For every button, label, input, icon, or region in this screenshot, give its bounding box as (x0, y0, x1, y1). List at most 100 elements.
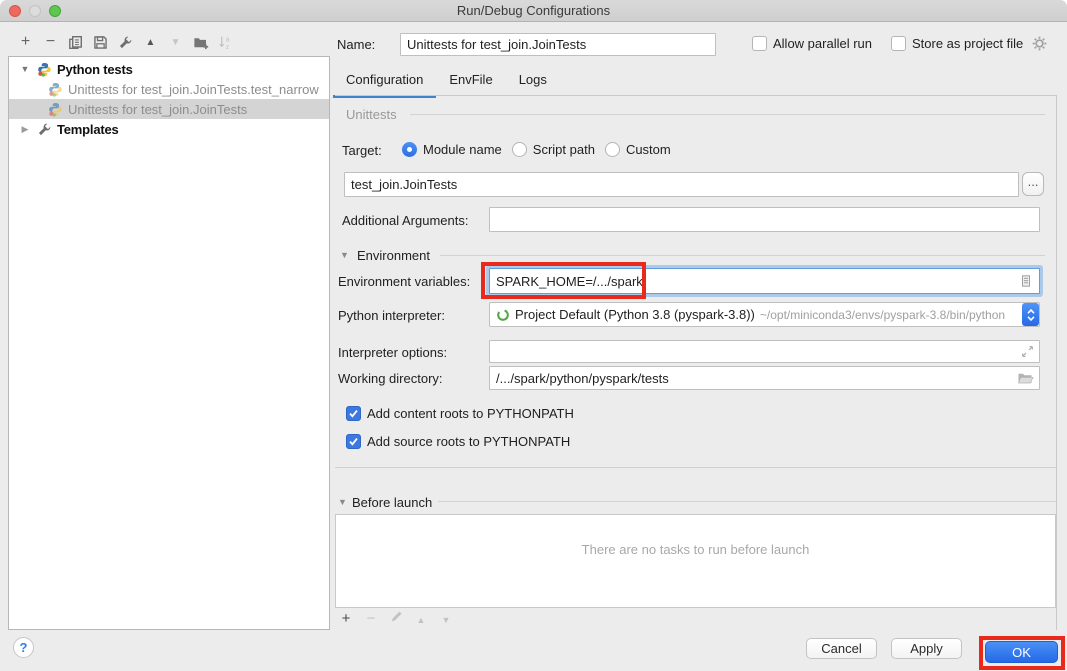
config-panel-bottom-line (335, 467, 1056, 468)
tree-item-python-tests[interactable]: ▼ Python tests (9, 59, 329, 79)
target-option-custom[interactable]: Custom (605, 142, 671, 157)
environment-variables-label: Environment variables: (338, 274, 470, 289)
expand-field-icon[interactable] (1021, 345, 1034, 358)
save-configuration-icon[interactable] (88, 31, 113, 53)
target-option-module-name[interactable]: Module name (402, 142, 502, 157)
tree-item-unittests-test-narrow[interactable]: Unittests for test_join.JoinTests.test_n… (9, 79, 329, 99)
tree-item-label: Unittests for test_join.JoinTests.test_n… (68, 82, 319, 97)
python-interpreter-path: ~/opt/miniconda3/envs/pyspark-3.8/bin/py… (760, 308, 1005, 322)
configurations-tree: ▼ Python tests Unittests for test_join.J… (8, 56, 330, 630)
svg-text:a: a (226, 36, 230, 43)
edit-templates-icon[interactable] (113, 31, 138, 53)
python-test-config-icon (48, 102, 63, 117)
browse-button[interactable]: ... (1022, 172, 1044, 196)
interpreter-options-label: Interpreter options: (338, 345, 447, 360)
python-interpreter-select[interactable]: Project Default (Python 3.8 (pyspark-3.8… (489, 302, 1040, 327)
move-task-up-icon: ▲ (413, 610, 429, 627)
radio-unselected[interactable] (512, 142, 527, 157)
sort-configurations-icon: az (213, 31, 238, 53)
collapse-arrow-icon[interactable]: ▼ (19, 64, 31, 74)
tree-item-label: Unittests for test_join.JoinTests (68, 102, 247, 117)
additional-arguments-input[interactable] (489, 207, 1040, 232)
python-interpreter-label: Python interpreter: (338, 308, 445, 323)
allow-parallel-run-checkbox[interactable]: Allow parallel run (752, 36, 872, 51)
collapse-arrow-icon[interactable]: ▼ (338, 497, 347, 507)
interpreter-options-input[interactable] (489, 340, 1040, 363)
remove-task-button: − (363, 610, 379, 627)
environment-section-line (440, 255, 1045, 256)
python-tests-icon (37, 62, 52, 77)
config-tabs: Configuration EnvFile Logs (333, 66, 560, 98)
before-launch-section-header[interactable]: Before launch (352, 495, 432, 510)
store-as-project-file-checkbox[interactable]: Store as project file (891, 36, 1047, 51)
move-up-icon[interactable]: ▲ (138, 31, 163, 53)
name-input[interactable] (400, 33, 716, 56)
target-label: Target: (342, 143, 382, 158)
window-title: Run/Debug Configurations (0, 3, 1067, 18)
target-option-label: Module name (423, 142, 502, 157)
add-task-button[interactable]: + (338, 610, 354, 627)
working-directory-input[interactable] (489, 366, 1040, 390)
unittests-group-line (410, 114, 1045, 115)
templates-wrench-icon (37, 122, 52, 137)
target-value-input[interactable] (344, 172, 1019, 197)
allow-parallel-run-label: Allow parallel run (773, 36, 872, 51)
tree-item-templates[interactable]: ▶ Templates (9, 119, 329, 139)
annotation-ok-button (979, 636, 1065, 670)
move-down-icon: ▼ (163, 31, 188, 53)
target-option-label: Custom (626, 142, 671, 157)
radio-unselected[interactable] (605, 142, 620, 157)
checkbox-checked[interactable] (346, 406, 361, 421)
remove-configuration-button[interactable]: − (38, 31, 63, 53)
gear-icon[interactable] (1032, 36, 1047, 51)
move-task-down-icon: ▼ (438, 610, 454, 627)
apply-button[interactable]: Apply (891, 638, 962, 659)
before-launch-toolbar: + − ▲ ▼ (338, 608, 454, 628)
python-interpreter-value: Project Default (Python 3.8 (pyspark-3.8… (515, 307, 755, 322)
select-spinner-icon[interactable] (1022, 303, 1039, 326)
title-bar: Run/Debug Configurations (0, 0, 1067, 22)
add-content-roots-checkbox[interactable]: Add content roots to PYTHONPATH (346, 406, 574, 421)
checkbox-unchecked[interactable] (752, 36, 767, 51)
svg-text:z: z (226, 43, 230, 49)
folder-icon[interactable] (1017, 371, 1034, 385)
tab-configuration[interactable]: Configuration (333, 66, 436, 98)
collapse-arrow-icon[interactable]: ▼ (340, 250, 349, 260)
panel-scrollbar-track[interactable] (1056, 95, 1057, 630)
additional-arguments-label: Additional Arguments: (342, 213, 468, 228)
new-folder-icon[interactable] (188, 31, 213, 53)
checkbox-checked[interactable] (346, 434, 361, 449)
add-content-roots-label: Add content roots to PYTHONPATH (367, 406, 574, 421)
annotation-environment-variables (481, 262, 646, 299)
add-configuration-button[interactable]: + (13, 31, 38, 53)
tabs-divider (335, 95, 1056, 96)
target-option-label: Script path (533, 142, 595, 157)
tree-item-label: Templates (57, 122, 119, 137)
tab-envfile[interactable]: EnvFile (436, 66, 505, 98)
before-launch-empty-text: There are no tasks to run before launch (336, 542, 1055, 557)
edit-task-icon (388, 610, 404, 627)
python-test-config-icon (48, 82, 63, 97)
expand-arrow-icon[interactable]: ▶ (19, 124, 31, 135)
checkbox-unchecked[interactable] (891, 36, 906, 51)
conda-environment-icon (496, 308, 510, 322)
help-button[interactable]: ? (13, 637, 34, 658)
tab-logs[interactable]: Logs (506, 66, 560, 98)
target-radio-row: Module name Script path Custom (402, 142, 671, 157)
tree-item-label: Python tests (57, 62, 133, 77)
working-directory-label: Working directory: (338, 371, 443, 386)
target-option-script-path[interactable]: Script path (512, 142, 595, 157)
unittests-group-label: Unittests (346, 107, 397, 122)
before-launch-task-list[interactable]: There are no tasks to run before launch (335, 514, 1056, 608)
copy-configuration-icon[interactable] (63, 31, 88, 53)
configurations-toolbar: + − ▲ ▼ az (13, 31, 238, 53)
name-label: Name: (337, 37, 375, 52)
edit-variables-icon[interactable] (1019, 274, 1033, 288)
add-source-roots-checkbox[interactable]: Add source roots to PYTHONPATH (346, 434, 570, 449)
radio-selected[interactable] (402, 142, 417, 157)
tree-item-unittests-jointests[interactable]: Unittests for test_join.JoinTests (9, 99, 329, 119)
add-source-roots-label: Add source roots to PYTHONPATH (367, 434, 570, 449)
cancel-button[interactable]: Cancel (806, 638, 877, 659)
environment-section-header[interactable]: Environment (357, 248, 430, 263)
store-as-project-file-label: Store as project file (912, 36, 1023, 51)
